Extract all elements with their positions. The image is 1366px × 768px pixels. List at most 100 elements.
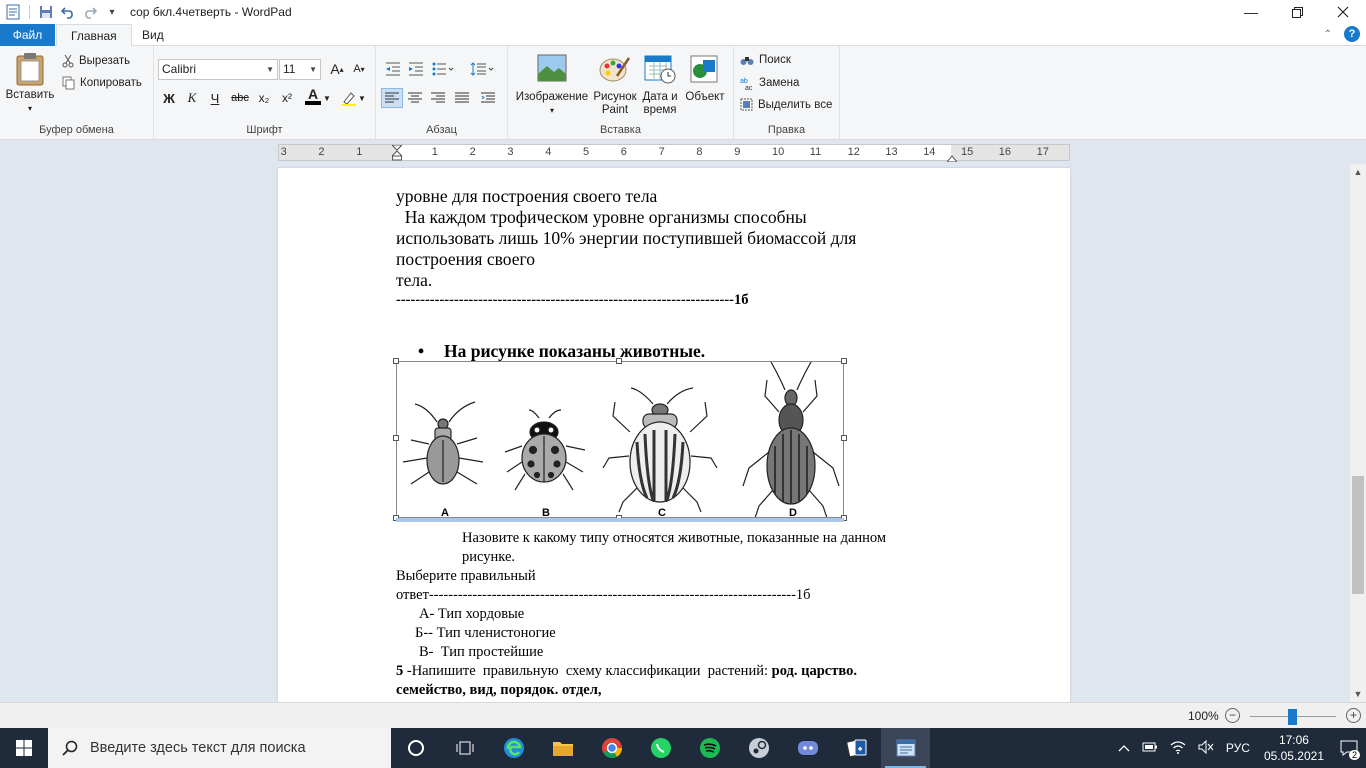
tab-view[interactable]: Вид [128, 24, 178, 46]
question-line-1: Назовите к какому типу относятся животны… [462, 530, 887, 546]
ruler-number: 1 [431, 146, 438, 158]
beetles-image[interactable]: A B C D [393, 358, 847, 521]
datetime-button[interactable]: Дата и время [638, 54, 682, 117]
decrease-indent-icon[interactable] [382, 59, 404, 79]
copy-button[interactable]: Копировать [62, 76, 142, 90]
wordpad-taskbar-icon[interactable] [881, 728, 930, 768]
select-all-button[interactable]: Выделить все [740, 98, 832, 111]
option-a: А- Тип хордовые [419, 606, 525, 622]
align-left-icon[interactable] [381, 88, 403, 108]
maximize-button[interactable] [1274, 0, 1320, 24]
paint-label-2: Paint [601, 104, 629, 116]
wordpad-app-icon[interactable] [3, 2, 23, 22]
resize-handle[interactable] [841, 435, 847, 441]
paste-label: Вставить [5, 89, 55, 101]
paragraph-settings-icon[interactable] [477, 88, 499, 108]
save-icon[interactable] [36, 2, 56, 22]
paint-drawing-button[interactable]: Рисунок Paint [592, 54, 638, 117]
font-size-value: 11 [283, 62, 296, 76]
minimize-button[interactable]: — [1228, 0, 1274, 24]
resize-handle[interactable] [616, 358, 622, 364]
edge-browser-icon[interactable] [489, 728, 538, 768]
wifi-icon[interactable] [1164, 740, 1192, 757]
resize-handle[interactable] [841, 358, 847, 364]
left-indent-marker[interactable] [390, 144, 404, 161]
undo-icon[interactable] [58, 2, 78, 22]
cut-button[interactable]: Вырезать [62, 54, 130, 68]
close-button[interactable] [1320, 0, 1366, 24]
ruler-number: 16 [998, 146, 1012, 158]
align-center-icon[interactable] [404, 88, 426, 108]
strikethrough-button[interactable]: abc [229, 88, 251, 108]
subscript-button[interactable]: x₂ [253, 88, 275, 108]
steam-icon[interactable] [734, 728, 783, 768]
notifications-button[interactable]: 2 [1332, 728, 1366, 768]
document-page[interactable]: уровне для построения своего тела На каж… [278, 168, 1070, 702]
battery-icon[interactable] [1136, 741, 1164, 756]
align-right-icon[interactable] [427, 88, 449, 108]
font-color-dropdown-icon[interactable]: ▼ [322, 88, 332, 108]
italic-button[interactable]: К [181, 88, 203, 108]
find-button[interactable]: Поиск [740, 54, 791, 66]
spotify-icon[interactable] [685, 728, 734, 768]
font-family-select[interactable]: Calibri ▼ [158, 59, 278, 80]
font-color-button[interactable]: A [304, 86, 322, 106]
clock[interactable]: 17:06 05.05.2021 [1256, 732, 1332, 764]
chrome-icon[interactable] [587, 728, 636, 768]
bullets-icon[interactable] [430, 59, 456, 79]
file-explorer-icon[interactable] [538, 728, 587, 768]
clipboard-group-label: Буфер обмена [39, 124, 114, 136]
collapse-ribbon-icon[interactable]: ⌃ [1324, 29, 1332, 40]
paste-button[interactable]: Вставить ▾ [6, 52, 54, 115]
clock-time: 17:06 [1278, 733, 1309, 747]
search-icon [62, 740, 78, 756]
paint-palette-icon [599, 57, 631, 82]
line-spacing-icon[interactable] [468, 59, 496, 79]
zoom-in-button[interactable]: + [1346, 708, 1361, 723]
redo-icon[interactable] [80, 2, 100, 22]
discord-icon[interactable] [783, 728, 832, 768]
highlight-dropdown-icon[interactable]: ▼ [357, 88, 367, 108]
taskbar-search[interactable]: Введите здесь текст для поиска [48, 728, 391, 768]
start-button[interactable] [0, 728, 48, 768]
tab-home[interactable]: Главная [56, 24, 132, 46]
cortana-icon[interactable] [391, 728, 440, 768]
scroll-up-icon[interactable]: ▲ [1350, 164, 1366, 180]
input-language[interactable]: РУС [1220, 741, 1256, 755]
tab-file[interactable]: Файл [0, 24, 55, 46]
vertical-scrollbar[interactable]: ▲ ▼ [1350, 164, 1366, 702]
font-size-select[interactable]: 11 ▼ [279, 59, 321, 80]
ruler[interactable]: 3 2 1 1 2 3 4 5 6 7 8 9 10 11 12 13 14 15 16 17 [278, 144, 1070, 163]
replace-label: Замена [759, 77, 800, 89]
resize-handle[interactable] [393, 435, 399, 441]
right-indent-marker[interactable] [945, 151, 959, 163]
insert-image-dropdown-icon: ▾ [549, 106, 554, 115]
zoom-level[interactable]: 100% [1188, 709, 1219, 723]
zoom-slider-thumb[interactable] [1288, 709, 1297, 725]
calendar-clock-icon [644, 55, 676, 84]
insert-object-button[interactable]: Объект [682, 54, 728, 104]
insert-image-button[interactable]: Изображение ▾ [512, 54, 592, 117]
scroll-down-icon[interactable]: ▼ [1350, 686, 1366, 702]
resize-handle[interactable] [393, 358, 399, 364]
task-view-icon[interactable] [440, 728, 489, 768]
replace-button[interactable]: ab ac Замена [740, 76, 799, 90]
grow-font-button[interactable]: A ▴ [326, 59, 348, 79]
whatsapp-icon[interactable] [636, 728, 685, 768]
customize-qat-icon[interactable]: ▾ [102, 2, 122, 22]
help-icon[interactable]: ? [1344, 26, 1360, 42]
status-bar: 100% − + [0, 702, 1366, 728]
ruler-number: 2 [469, 146, 476, 158]
justify-icon[interactable] [451, 88, 473, 108]
solitaire-icon[interactable]: ♠ [832, 728, 881, 768]
increase-indent-icon[interactable] [405, 59, 427, 79]
beetle-c-drawing [602, 387, 718, 513]
underline-button[interactable]: Ч [204, 88, 226, 108]
bold-button[interactable]: Ж [158, 88, 180, 108]
shrink-font-button[interactable]: A ▾ [348, 59, 370, 79]
show-hidden-icons-icon[interactable] [1112, 741, 1136, 756]
superscript-button[interactable]: x² [276, 88, 298, 108]
scroll-thumb[interactable] [1352, 476, 1364, 594]
volume-muted-icon[interactable] [1192, 739, 1220, 757]
zoom-out-button[interactable]: − [1225, 708, 1240, 723]
